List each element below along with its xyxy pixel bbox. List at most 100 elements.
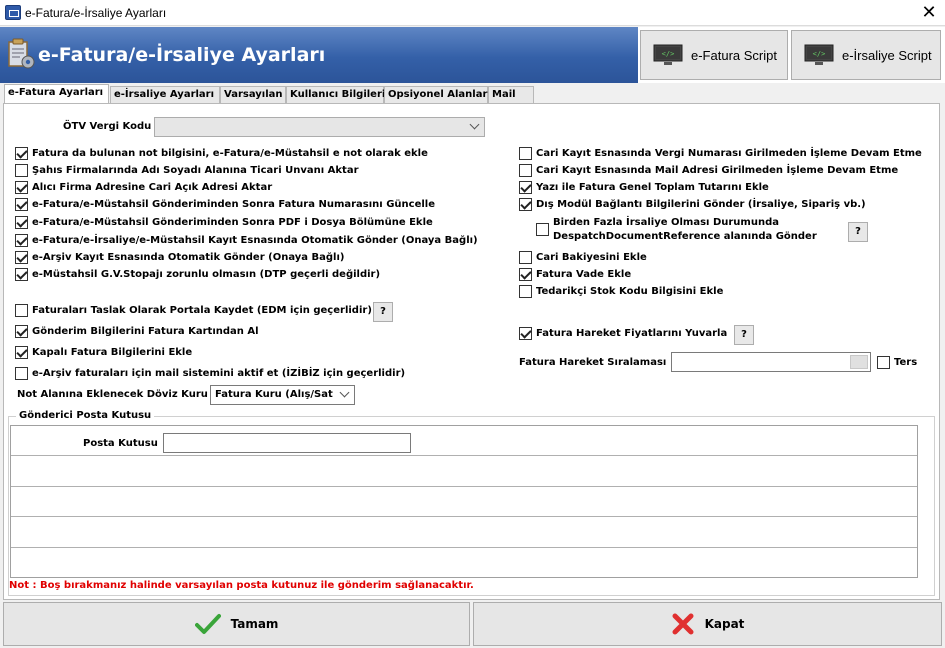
checkbox[interactable] [15, 198, 28, 211]
check-fatura-not[interactable]: Fatura da bulunan not bilgisini, e-Fatur… [15, 147, 428, 160]
check-yazi-ile[interactable]: Yazı ile Fatura Genel Toplam Tutarını Ek… [519, 181, 769, 194]
posta-kutusu-label: Posta Kutusu [83, 438, 158, 449]
note-text: Not : Boş bırakmanız halinde varsayılan … [9, 580, 474, 591]
check-yuvarla[interactable]: Fatura Hareket Fiyatlarını Yuvarla [519, 327, 727, 340]
close-x-icon [672, 613, 694, 635]
siralama-label: Fatura Hareket Sıralaması [519, 357, 667, 368]
grid-line [11, 486, 917, 487]
checkbox[interactable] [15, 304, 28, 317]
checkbox[interactable] [519, 285, 532, 298]
tab-efatura-ayarlari[interactable]: e-Fatura Ayarları [4, 84, 109, 104]
checkbox[interactable] [519, 268, 532, 281]
checkbox[interactable] [519, 164, 532, 177]
check-label: Yazı ile Fatura Genel Toplam Tutarını Ek… [536, 182, 769, 193]
despatch-label-line1: Birden Fazla İrsaliye Olması Durumunda [553, 217, 779, 228]
eirsaliye-script-button[interactable]: </> e-İrsaliye Script [791, 30, 941, 80]
checkbox[interactable] [519, 198, 532, 211]
close-window-button[interactable]: ✕ [917, 2, 941, 24]
check-label: e-Arşiv faturaları için mail sistemini a… [32, 368, 406, 379]
ok-button[interactable]: Tamam [3, 602, 470, 646]
app-icon [5, 5, 21, 20]
tab-mail[interactable]: Mail [488, 86, 534, 104]
check-gonderim-bilgileri[interactable]: Gönderim Bilgilerini Fatura Kartından Al [15, 325, 259, 338]
check-label: Alıcı Firma Adresine Cari Açık Adresi Ak… [32, 182, 273, 193]
checkbox[interactable] [15, 251, 28, 264]
check-label: Cari Kayıt Esnasında Vergi Numarası Giri… [536, 148, 922, 159]
siralama-select[interactable] [671, 352, 871, 372]
monitor-code-icon: </> [653, 44, 683, 65]
svg-text:</>: </> [813, 50, 826, 58]
checkbox[interactable] [15, 181, 28, 194]
check-mail-adresi[interactable]: Cari Kayıt Esnasında Mail Adresi Girilme… [519, 164, 898, 177]
chevron-down-icon [339, 387, 350, 398]
checkmark-icon [194, 614, 221, 634]
checkbox[interactable] [519, 181, 532, 194]
checkbox[interactable] [536, 223, 549, 236]
check-gv-stopaj[interactable]: e-Müstahsil G.V.Stopajı zorunlu olmasın … [15, 268, 380, 281]
monitor-code-icon: </> [804, 44, 834, 65]
check-dis-modul[interactable]: Dış Modül Bağlantı Bilgilerini Gönder (İ… [519, 198, 866, 211]
close-button[interactable]: Kapat [473, 602, 942, 646]
tab-eirsaliye-ayarlari[interactable]: e-İrsaliye Ayarları [110, 86, 220, 104]
check-taslak-portal[interactable]: Faturaları Taslak Olarak Portala Kaydet … [15, 304, 372, 317]
chevron-down-icon [469, 119, 480, 130]
tab-kullanici-bilgileri[interactable]: Kullanıcı Bilgileri [286, 86, 385, 104]
check-kapali-fatura[interactable]: Kapalı Fatura Bilgilerini Ekle [15, 346, 192, 359]
close-label: Kapat [704, 617, 745, 631]
check-vergi-no[interactable]: Cari Kayıt Esnasında Vergi Numarası Giri… [519, 147, 922, 160]
check-fatura-vade[interactable]: Fatura Vade Ekle [519, 268, 631, 281]
help-button[interactable]: ? [848, 222, 868, 242]
doviz-select[interactable]: Fatura Kuru (Alış/Sat [210, 385, 355, 405]
efatura-script-label: e-Fatura Script [691, 47, 777, 63]
eirsaliye-script-label: e-İrsaliye Script [842, 47, 932, 63]
otv-select[interactable] [154, 117, 485, 137]
check-pdf-dosya[interactable]: e-Fatura/e-Müstahsil Gönderiminden Sonra… [15, 216, 433, 229]
check-label: Ters [894, 357, 918, 368]
despatch-label-line2: DespatchDocumentReference alanında Gönde… [553, 231, 817, 242]
checkbox[interactable] [15, 164, 28, 177]
check-label: Faturaları Taslak Olarak Portala Kaydet … [32, 305, 372, 316]
check-label: Dış Modül Bağlantı Bilgilerini Gönder (İ… [536, 199, 866, 210]
check-despatch[interactable] [536, 223, 553, 236]
checkbox[interactable] [15, 216, 28, 229]
checkbox[interactable] [519, 251, 532, 264]
checkbox[interactable] [15, 234, 28, 247]
checkbox[interactable] [877, 356, 890, 369]
check-label: Tedarikçi Stok Kodu Bilgisini Ekle [536, 286, 724, 297]
check-cari-bakiye[interactable]: Cari Bakiyesini Ekle [519, 251, 647, 264]
check-label: Gönderim Bilgilerini Fatura Kartından Al [32, 326, 259, 337]
checkbox[interactable] [15, 325, 28, 338]
help-button[interactable]: ? [373, 302, 393, 322]
check-label: e-Fatura/e-Müstahsil Gönderiminden Sonra… [32, 217, 433, 228]
checkbox[interactable] [519, 327, 532, 340]
tab-varsayilan[interactable]: Varsayılan [220, 86, 286, 104]
check-label: Fatura Vade Ekle [536, 269, 632, 280]
checkbox[interactable] [15, 147, 28, 160]
check-sahis-unvan[interactable]: Şahıs Firmalarında Adı Soyadı Alanına Ti… [15, 164, 359, 177]
efatura-script-button[interactable]: </> e-Fatura Script [640, 30, 788, 80]
otv-label: ÖTV Vergi Kodu [63, 121, 152, 132]
check-otomatik-gonder[interactable]: e-Fatura/e-İrsaliye/e-Müstahsil Kayıt Es… [15, 234, 478, 247]
check-label: e-Arşiv Kayıt Esnasında Otomatik Gönder … [32, 252, 345, 263]
checkbox[interactable] [519, 147, 532, 160]
check-ters[interactable]: Ters [877, 356, 917, 369]
check-alici-adres[interactable]: Alıcı Firma Adresine Cari Açık Adresi Ak… [15, 181, 272, 194]
check-fatura-no-guncelle[interactable]: e-Fatura/e-Müstahsil Gönderiminden Sonra… [15, 198, 435, 211]
posta-kutusu-input[interactable] [163, 433, 411, 453]
check-label: Şahıs Firmalarında Adı Soyadı Alanına Ti… [32, 165, 359, 176]
checkbox[interactable] [15, 268, 28, 281]
grid-line [11, 516, 917, 517]
checkbox[interactable] [15, 346, 28, 359]
help-button[interactable]: ? [734, 325, 754, 345]
window-title: e-Fatura/e-İrsaliye Ayarları [25, 6, 167, 20]
tab-opsiyonel-alanlar[interactable]: Opsiyonel Alanlar [384, 86, 488, 104]
check-earsiv-mail[interactable]: e-Arşiv faturaları için mail sistemini a… [15, 367, 405, 380]
dropdown-button[interactable] [850, 355, 868, 369]
posta-group-title: Gönderici Posta Kutusu [16, 410, 155, 421]
check-label: e-Müstahsil G.V.Stopajı zorunlu olmasın … [32, 269, 381, 280]
check-label: Cari Kayıt Esnasında Mail Adresi Girilme… [536, 165, 899, 176]
check-earsiv-otomatik[interactable]: e-Arşiv Kayıt Esnasında Otomatik Gönder … [15, 251, 344, 264]
ok-label: Tamam [230, 617, 279, 631]
checkbox[interactable] [15, 367, 28, 380]
check-tedarikci-stok[interactable]: Tedarikçi Stok Kodu Bilgisini Ekle [519, 285, 723, 298]
